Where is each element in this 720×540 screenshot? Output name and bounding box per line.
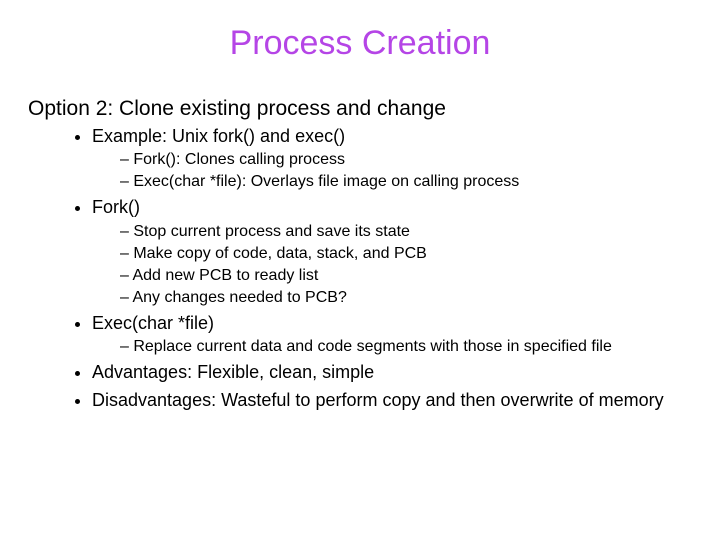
bullet-advantages: Advantages: Flexible, clean, simple (92, 361, 692, 384)
sub-bullet: Any changes needed to PCB? (120, 288, 692, 308)
bullet-exec: Exec(char *file) Replace current data an… (92, 312, 692, 357)
bullet-fork: Fork() Stop current process and save its… (92, 196, 692, 307)
slide-subtitle: Option 2: Clone existing process and cha… (28, 97, 692, 121)
sublist-example: Fork(): Clones calling process Exec(char… (92, 150, 692, 192)
bullet-text: Example: Unix fork() and exec() (92, 126, 345, 146)
sub-bullet: Stop current process and save its state (120, 222, 692, 242)
sub-bullet: Replace current data and code segments w… (120, 337, 692, 357)
bullet-text: Exec(char *file) (92, 313, 214, 333)
bullet-list: Example: Unix fork() and exec() Fork(): … (28, 125, 692, 412)
sublist-fork: Stop current process and save its state … (92, 222, 692, 308)
sub-bullet: Exec(char *file): Overlays file image on… (120, 172, 692, 192)
slide-title: Process Creation (28, 24, 692, 63)
sublist-exec: Replace current data and code segments w… (92, 337, 692, 357)
sub-bullet: Make copy of code, data, stack, and PCB (120, 244, 692, 264)
bullet-example: Example: Unix fork() and exec() Fork(): … (92, 125, 692, 192)
sub-bullet: Add new PCB to ready list (120, 266, 692, 286)
slide: Process Creation Option 2: Clone existin… (0, 0, 720, 540)
bullet-text: Fork() (92, 197, 140, 217)
bullet-disadvantages: Disadvantages: Wasteful to perform copy … (92, 389, 692, 412)
sub-bullet: Fork(): Clones calling process (120, 150, 692, 170)
